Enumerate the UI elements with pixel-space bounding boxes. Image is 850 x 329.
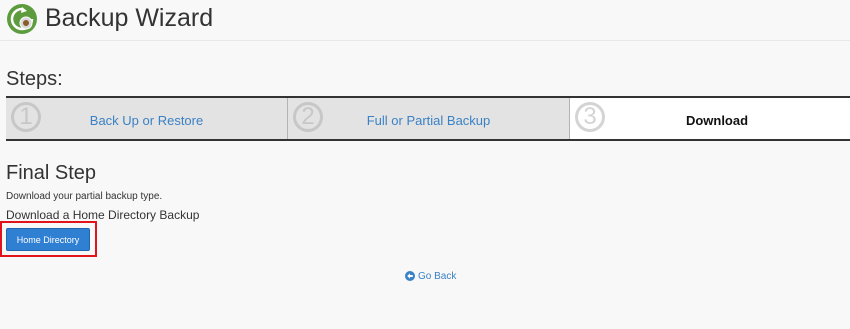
step-back-up-or-restore[interactable]: 1 Back Up or Restore [6,98,288,139]
backup-wizard-icon [7,4,37,34]
go-back-label[interactable]: Go Back [418,271,456,282]
go-back-link[interactable]: Go Back [405,269,456,283]
steps-progress: 1 Back Up or Restore 2 Full or Partial B… [6,96,850,141]
step-download-current: 3 Download [570,98,850,139]
step-link-back-up-or-restore[interactable]: Back Up or Restore [6,98,287,139]
step-label-download: Download [685,113,749,128]
page-header: Backup Wizard [0,0,850,41]
section-title: Final Step [6,162,97,184]
step-full-or-partial-backup[interactable]: 2 Full or Partial Backup [288,98,570,139]
section-description: Download your partial backup type. [6,191,163,202]
home-directory-button[interactable]: Home Directory [6,228,90,251]
arrow-circle-left-icon [405,271,415,281]
steps-heading: Steps: [6,68,63,90]
step-link-full-or-partial-backup[interactable]: Full or Partial Backup [288,98,569,139]
page-title: Backup Wizard [45,4,214,32]
